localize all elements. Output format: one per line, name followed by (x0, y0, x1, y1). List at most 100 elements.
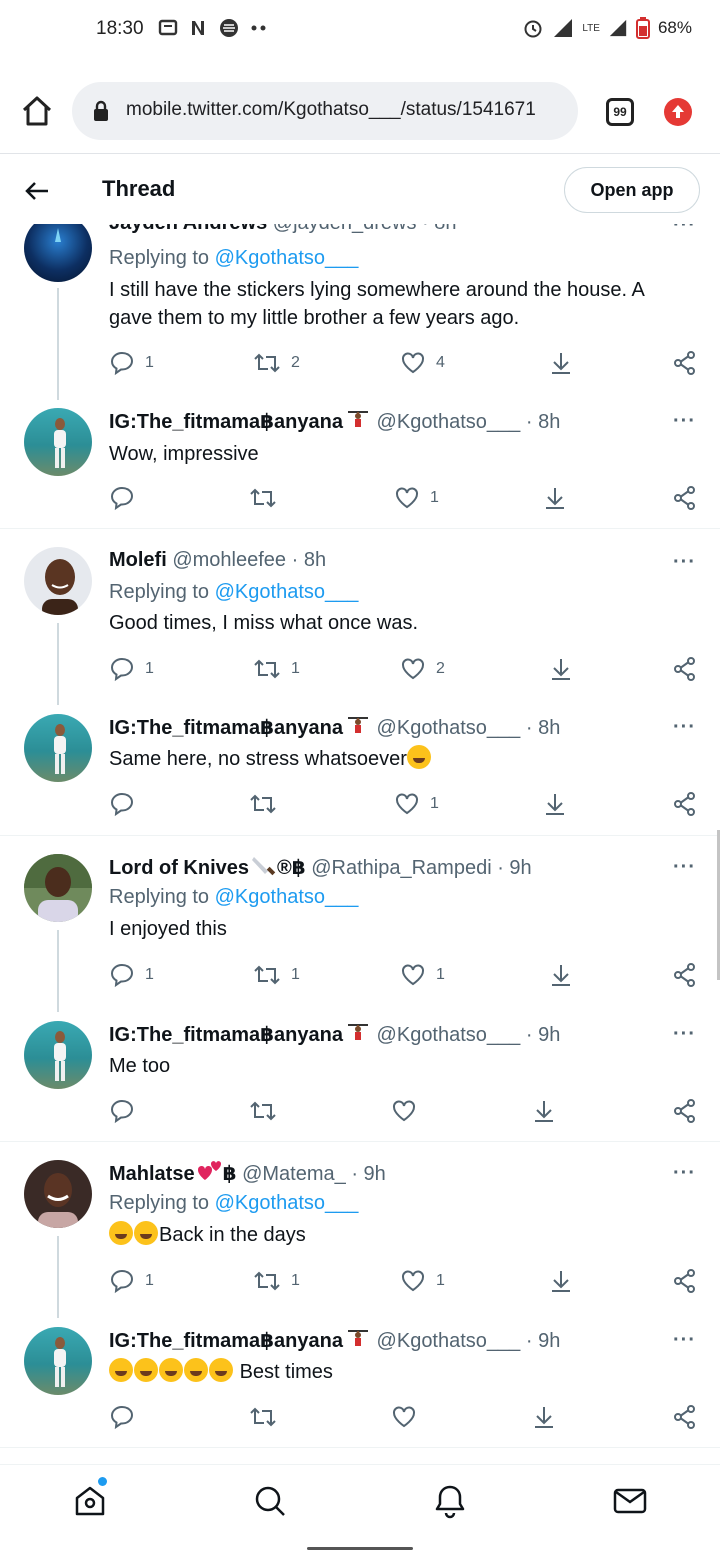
like-button[interactable]: 1 (400, 1266, 445, 1296)
reply-button[interactable]: 1 (109, 1266, 154, 1296)
save-button[interactable] (532, 1096, 556, 1126)
browser-update-icon[interactable] (664, 98, 692, 126)
author-handle[interactable]: @Kgothatso___ (377, 1024, 521, 1046)
share-icon (674, 351, 695, 375)
reply-mention-link[interactable]: @Kgothatso___ (215, 886, 359, 908)
avatar[interactable] (24, 1160, 92, 1228)
reply-mention-link[interactable]: @Kgothatso___ (215, 581, 359, 603)
gesture-bar[interactable] (307, 1547, 413, 1550)
retweet-button[interactable] (249, 1402, 287, 1432)
home-icon[interactable] (72, 1483, 108, 1519)
tweet[interactable]: IG:The_fitmama฿anyana @Kgothatso___ · 8h… (0, 400, 720, 528)
open-app-button[interactable]: Open app (564, 167, 700, 213)
author-name[interactable]: IG:The_fitmama฿anyana (109, 717, 343, 739)
author-name[interactable]: Molefi (109, 549, 167, 571)
save-button[interactable] (549, 960, 573, 990)
share-button[interactable] (673, 1402, 697, 1432)
tweet[interactable]: IG:The_fitmama฿anyana @Kgothatso___ · 9h… (0, 1318, 720, 1447)
browser-home-icon[interactable] (20, 94, 54, 128)
author-handle[interactable]: @Rathipa_Rampedi (311, 857, 491, 879)
author-name[interactable]: Mahlatse (109, 1163, 195, 1185)
author-name[interactable]: IG:The_fitmama฿anyana (109, 1330, 343, 1352)
reply-button[interactable]: 1 (109, 348, 154, 378)
avatar[interactable] (24, 854, 92, 922)
reply-button[interactable] (109, 483, 145, 513)
share-button[interactable] (673, 654, 697, 684)
save-button[interactable] (549, 1266, 573, 1296)
share-button[interactable] (673, 348, 697, 378)
retweet-button[interactable] (249, 483, 287, 513)
messages-icon[interactable] (612, 1483, 648, 1519)
avatar[interactable] (24, 1327, 92, 1395)
reply-mention-link[interactable]: @Kgothatso___ (215, 247, 359, 269)
more-options-icon[interactable]: ··· (673, 716, 696, 739)
save-button[interactable] (549, 348, 573, 378)
tweet[interactable]: IG:The_fitmama฿anyana @Kgothatso___ · 9h… (0, 1012, 720, 1141)
avatar[interactable] (24, 214, 92, 282)
more-options-icon[interactable]: ··· (673, 1329, 696, 1352)
back-arrow-icon[interactable] (22, 176, 52, 206)
like-button[interactable]: 1 (400, 960, 445, 990)
retweet-icon (254, 353, 280, 373)
avatar[interactable] (24, 714, 92, 782)
save-button[interactable] (549, 654, 573, 684)
retweet-button[interactable] (249, 1096, 287, 1126)
author-handle[interactable]: @Kgothatso___ (377, 1330, 521, 1352)
avatar[interactable] (24, 1021, 92, 1089)
heart-icon (402, 352, 424, 374)
avatar[interactable] (24, 408, 92, 476)
retweet-icon (250, 1101, 276, 1121)
more-options-icon[interactable]: ··· (673, 410, 696, 433)
share-button[interactable] (673, 789, 697, 819)
reply-button[interactable] (109, 1402, 145, 1432)
retweet-button[interactable]: 1 (253, 654, 300, 684)
tweet[interactable]: IG:The_fitmama฿anyana @Kgothatso___ · 8h… (0, 705, 720, 835)
author-handle[interactable]: @Kgothatso___ (377, 717, 521, 739)
save-button[interactable] (543, 483, 567, 513)
tweet-text: I still have the stickers lying somewher… (109, 279, 644, 329)
download-arrow-icon (552, 965, 570, 986)
retweet-button[interactable] (249, 789, 287, 819)
url-bar[interactable]: mobile.twitter.com/Kgothatso___/status/1… (72, 82, 578, 140)
author-name[interactable]: IG:The_fitmama฿anyana (109, 411, 343, 433)
notifications-icon[interactable] (432, 1483, 468, 1519)
url-text: mobile.twitter.com/Kgothatso___/status/1… (126, 99, 536, 120)
like-button[interactable]: 1 (394, 789, 439, 819)
reply-mention-link[interactable]: @Kgothatso___ (215, 1192, 359, 1214)
reply-button[interactable] (109, 789, 145, 819)
tweet[interactable]: Mahlatse ฿ @Matema_ · 9h ··· Replying to … (0, 1142, 720, 1318)
retweet-button[interactable]: 1 (253, 1266, 300, 1296)
like-button[interactable] (391, 1096, 427, 1126)
save-button[interactable] (543, 789, 567, 819)
more-options-icon[interactable]: ··· (673, 551, 696, 574)
share-button[interactable] (673, 1096, 697, 1126)
tweet-text: I enjoyed this (109, 918, 227, 940)
heart-icon (393, 1406, 415, 1428)
author-name[interactable]: IG:The_fitmama฿anyana (109, 1024, 343, 1046)
tab-switcher-button[interactable]: 99 (606, 98, 634, 126)
author-handle[interactable]: @Matema_ (242, 1163, 346, 1185)
tweet[interactable]: Molefi @mohleefee · 8h ··· Replying to @… (0, 529, 720, 705)
author-handle[interactable]: @Kgothatso___ (377, 411, 521, 433)
share-button[interactable] (673, 483, 697, 513)
more-options-icon[interactable]: ··· (673, 856, 696, 879)
search-icon[interactable] (252, 1483, 288, 1519)
author-handle[interactable]: @mohleefee (172, 549, 286, 571)
like-button[interactable]: 1 (394, 483, 439, 513)
author-name[interactable]: Lord of Knives (109, 857, 249, 879)
like-button[interactable]: 4 (400, 348, 445, 378)
more-options-icon[interactable]: ··· (673, 1023, 696, 1046)
save-button[interactable] (532, 1402, 556, 1432)
tweet[interactable]: Lord of Knives ®฿ @Rathipa_Rampedi · 9h ·… (0, 836, 720, 1012)
reply-button[interactable]: 1 (109, 654, 154, 684)
like-button[interactable]: 2 (400, 654, 445, 684)
share-button[interactable] (673, 960, 697, 990)
share-button[interactable] (673, 1266, 697, 1296)
retweet-button[interactable]: 2 (253, 348, 300, 378)
reply-button[interactable]: 1 (109, 960, 154, 990)
more-options-icon[interactable]: ··· (673, 1162, 696, 1185)
reply-button[interactable] (109, 1096, 145, 1126)
like-button[interactable] (391, 1402, 427, 1432)
retweet-button[interactable]: 1 (253, 960, 300, 990)
avatar[interactable] (24, 547, 92, 615)
